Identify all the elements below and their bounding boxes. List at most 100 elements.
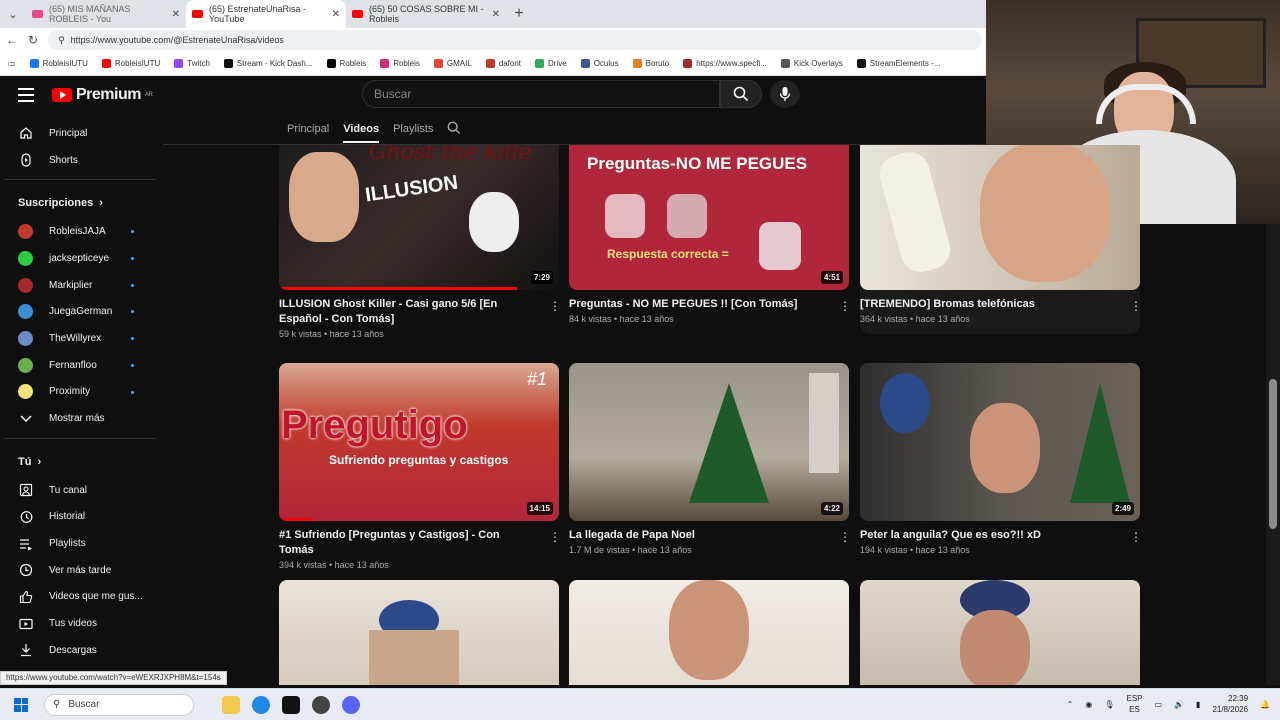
video-card[interactable]: 2:49 Peter la anguila? Que es eso?!! xD …: [860, 363, 1142, 555]
video-title[interactable]: ILLUSION Ghost Killer - Casi gano 5/6 [E…: [279, 297, 559, 327]
volume-icon[interactable]: 🔊: [1174, 700, 1184, 709]
video-thumbnail[interactable]: [860, 145, 1140, 290]
menu-icon[interactable]: [18, 88, 34, 102]
close-icon[interactable]: ✕: [332, 9, 340, 20]
you-header[interactable]: Tú ›: [0, 447, 160, 477]
video-card[interactable]: 4:22 La llegada de Papa Noel 1.7 M de vi…: [569, 363, 851, 555]
edge-icon[interactable]: [252, 695, 270, 714]
sidebar-item-watch-later[interactable]: Ver más tarde: [0, 557, 160, 584]
video-card[interactable]: Preguntas-NO ME PEGUES Respuesta correct…: [569, 145, 851, 324]
video-title[interactable]: #1 Sufriendo [Preguntas y Castigos] - Co…: [279, 528, 559, 558]
bookmark-item[interactable]: https://www.specfi...: [683, 59, 767, 68]
tab-principal[interactable]: Principal: [287, 123, 329, 135]
video-title[interactable]: Peter la anguila? Que es eso?!! xD: [860, 528, 1140, 543]
tab-videos[interactable]: Videos: [343, 123, 380, 143]
network-icon[interactable]: ◉: [1085, 700, 1092, 709]
bookmark-item[interactable]: GMAIL: [433, 59, 472, 68]
chevron-up-icon[interactable]: ⌃: [1067, 700, 1074, 709]
bookmark-item[interactable]: RobleisIUTU: [29, 59, 88, 68]
bookmark-item[interactable]: Kick Overlays: [780, 59, 843, 68]
video-card[interactable]: [279, 580, 559, 685]
video-thumbnail[interactable]: Ghost the kille ILLUSION 7:29: [279, 145, 559, 290]
more-options-icon[interactable]: ⋮: [839, 300, 851, 312]
sidebar-item-liked[interactable]: Videos que me gus...: [0, 584, 160, 611]
sidebar-sub-item[interactable]: jacksepticeye: [0, 245, 160, 272]
tab-search-icon[interactable]: ⌄: [0, 8, 26, 21]
sidebar-item-your-channel[interactable]: Tu canal: [0, 477, 160, 504]
sidebar-sub-item[interactable]: TheWillyrex: [0, 325, 160, 352]
bookmark-item[interactable]: dafont: [485, 59, 521, 68]
video-thumbnail[interactable]: [569, 580, 849, 685]
video-title[interactable]: Preguntas - NO ME PEGUES !! [Con Tomás]: [569, 297, 849, 312]
video-card-hovered[interactable]: [TREMENDO] Bromas telefónicas 364 k vist…: [860, 145, 1142, 334]
bookmark-item[interactable]: Robleis: [380, 59, 420, 68]
more-options-icon[interactable]: ⋮: [1130, 531, 1142, 543]
more-options-icon[interactable]: ⋮: [549, 531, 561, 543]
url-field[interactable]: ⚲ https://www.youtube.com/@EstrenateUnaRi…: [48, 30, 982, 50]
language-indicator[interactable]: ESP ES: [1126, 693, 1142, 715]
sidebar-item-shorts[interactable]: Shorts: [0, 147, 160, 174]
search-input[interactable]: Buscar: [362, 80, 720, 108]
bookmark-item[interactable]: Twitch: [174, 59, 210, 68]
bookmark-item[interactable]: Stream - Kick Dash...: [223, 59, 313, 68]
subscriptions-header[interactable]: Suscripciones ›: [0, 188, 160, 218]
close-icon[interactable]: ✕: [172, 9, 180, 20]
discord-icon[interactable]: [342, 695, 360, 714]
video-thumbnail[interactable]: 2:49: [860, 363, 1140, 521]
epic-games-icon[interactable]: [282, 695, 300, 714]
youtube-logo[interactable]: Premium AR: [52, 86, 153, 104]
sidebar-sub-item[interactable]: RobleisJAJA: [0, 218, 160, 245]
file-explorer-icon[interactable]: [222, 695, 240, 714]
sidebar-sub-item[interactable]: JuegaGerman: [0, 298, 160, 325]
video-card[interactable]: [860, 580, 1140, 685]
bookmark-item[interactable]: Drive: [535, 59, 567, 68]
video-thumbnail[interactable]: 4:22: [569, 363, 849, 521]
tab-playlists[interactable]: Playlists: [393, 123, 433, 135]
video-thumbnail[interactable]: #1 Pregutigo Sufriendo preguntas y casti…: [279, 363, 559, 521]
bookmark-item[interactable]: StreamElements -...: [856, 59, 940, 68]
bookmark-item[interactable]: Boruto: [632, 59, 669, 68]
sidebar-item-your-videos[interactable]: Tus videos: [0, 610, 160, 637]
sidebar-item-downloads[interactable]: Descargas: [0, 637, 160, 664]
browser-tab-3[interactable]: (65) 50 COSAS SOBRE MI - Robleis ✕: [346, 0, 506, 28]
video-thumbnail[interactable]: Preguntas-NO ME PEGUES Respuesta correct…: [569, 145, 849, 290]
video-thumbnail[interactable]: [860, 580, 1140, 685]
sidebar-sub-item[interactable]: Markiplier: [0, 272, 160, 299]
browser-tab-1[interactable]: (65) MIS MAÑANAS ROBLEIS - You ✕: [26, 0, 186, 28]
chrome-icon[interactable]: [312, 695, 330, 714]
scrollbar[interactable]: [1266, 224, 1280, 685]
voice-search-button[interactable]: [770, 80, 800, 108]
taskbar-search[interactable]: ⚲ Buscar: [44, 693, 194, 716]
display-icon[interactable]: ▭: [1155, 700, 1163, 709]
more-options-icon[interactable]: ⋮: [549, 300, 561, 312]
more-options-icon[interactable]: ⋮: [1130, 300, 1142, 312]
sidebar-sub-item[interactable]: Fernanfloo: [0, 352, 160, 379]
reload-icon[interactable]: ↻: [28, 33, 38, 47]
browser-tab-2[interactable]: (65) EstrenateUnaRisa - YouTube ✕: [186, 0, 346, 28]
video-card[interactable]: #1 Pregutigo Sufriendo preguntas y casti…: [279, 363, 561, 570]
bookmark-item[interactable]: Robleis: [326, 59, 366, 68]
sidebar-item-home[interactable]: Principal: [0, 120, 160, 147]
scrollbar-thumb[interactable]: [1269, 379, 1277, 529]
video-title[interactable]: La llegada de Papa Noel: [569, 528, 849, 543]
bookmark-item[interactable]: Oculus: [580, 59, 619, 68]
sidebar-sub-item[interactable]: Proximity: [0, 379, 160, 406]
close-icon[interactable]: ✕: [492, 9, 500, 20]
microphone-icon[interactable]: 🎙: [1104, 700, 1114, 709]
sidebar-item-history[interactable]: Historial: [0, 504, 160, 531]
video-thumbnail[interactable]: [279, 580, 559, 685]
video-card[interactable]: [569, 580, 849, 685]
search-button[interactable]: [720, 80, 762, 108]
video-card[interactable]: Ghost the kille ILLUSION 7:29 ILLUSION G…: [279, 145, 561, 339]
site-info-icon[interactable]: ⚲: [58, 35, 65, 46]
back-icon[interactable]: ←: [6, 33, 18, 47]
battery-icon[interactable]: ▮: [1196, 700, 1200, 709]
channel-search-icon[interactable]: [447, 121, 461, 138]
bookmark-item[interactable]: RobleisIUTU: [101, 59, 160, 68]
windows-start-icon[interactable]: [14, 697, 28, 712]
show-more-button[interactable]: Mostrar más: [0, 405, 160, 432]
clock[interactable]: 22:39 21/8/2026: [1212, 693, 1248, 715]
notification-icon[interactable]: 🔔: [1260, 700, 1270, 709]
sidebar-item-playlists[interactable]: Playlists: [0, 530, 160, 557]
video-title[interactable]: [TREMENDO] Bromas telefónicas: [860, 297, 1140, 312]
